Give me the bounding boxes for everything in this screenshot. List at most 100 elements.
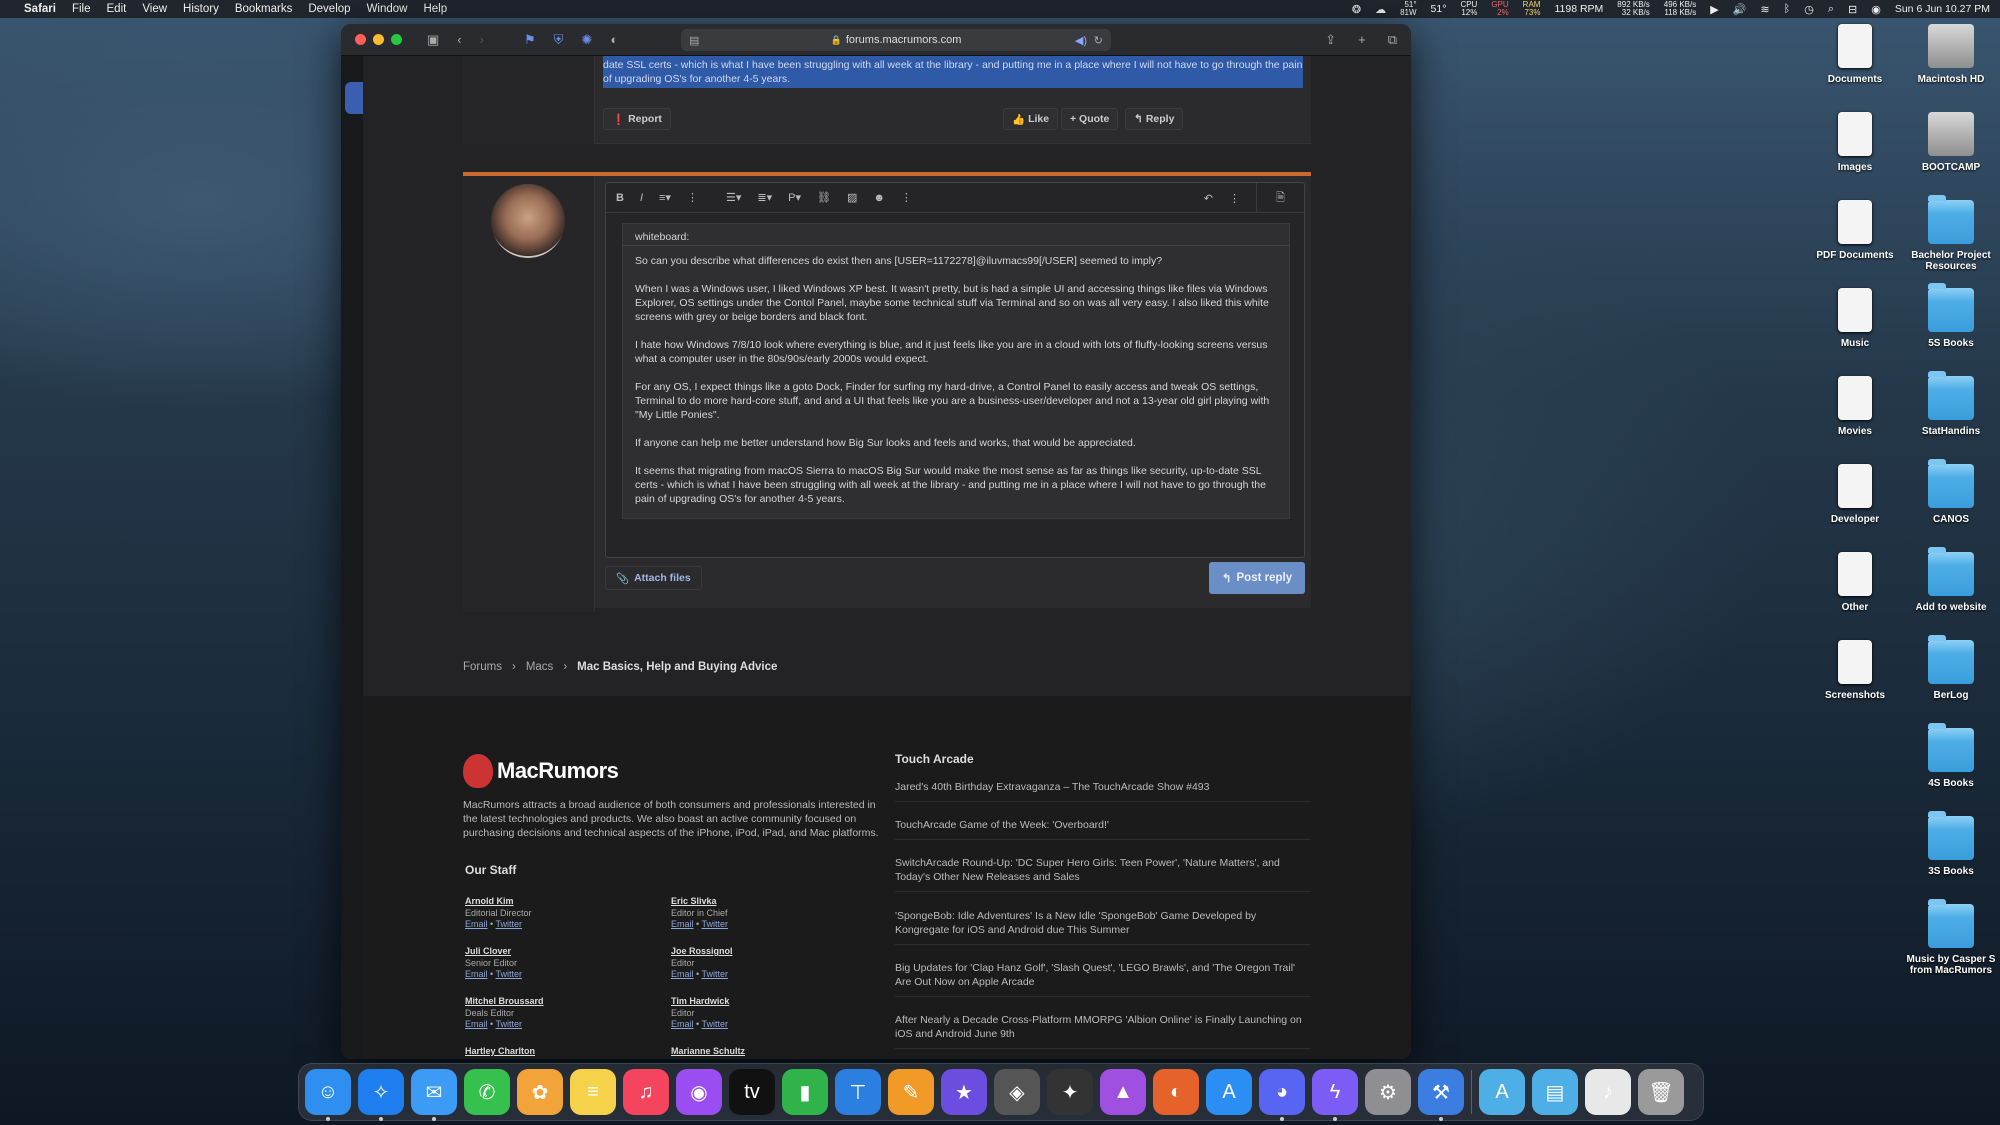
network-readout[interactable]: 892 KB/s 32 KB/s	[1617, 1, 1649, 17]
touch-arcade-link[interactable]: Jared's 40th Birthday Extravaganza – The…	[895, 780, 1311, 802]
report-button[interactable]: ❗ Report	[603, 108, 671, 130]
bluetooth-icon[interactable]: ᛒ	[1784, 3, 1791, 15]
mail-icon[interactable]: ✉	[411, 1069, 457, 1121]
staff-email-link[interactable]: Email	[465, 919, 488, 929]
documents-folder-icon[interactable]: ▤	[1532, 1069, 1578, 1115]
desktop-item[interactable]: Music	[1810, 288, 1900, 349]
spotlight-search-icon[interactable]: ⌕	[1828, 3, 1834, 16]
extension-2-icon[interactable]: ⛨	[554, 32, 564, 48]
staff-twitter-link[interactable]: Twitter	[496, 969, 523, 979]
insert-link-icon[interactable]: ⛓	[817, 191, 831, 204]
numbers-icon[interactable]: ▮	[782, 1069, 828, 1115]
volume-icon[interactable]: 🔊	[1733, 3, 1747, 16]
xcode-icon[interactable]: ⚒	[1418, 1069, 1464, 1121]
desktop-item[interactable]: 3S Books	[1906, 811, 1996, 877]
reply-textarea[interactable]: whiteboard: So can you describe what dif…	[622, 223, 1290, 519]
address-bar[interactable]: ▤ 🔒 forums.macrumors.com ◀) ↻	[681, 29, 1111, 51]
undo-icon[interactable]: ↶	[1204, 192, 1213, 205]
menu-view[interactable]: View	[142, 3, 167, 15]
align-icon[interactable]: ≣▾	[757, 191, 772, 204]
desktop-item[interactable]: BOOTCAMP	[1906, 112, 1996, 173]
staff-name[interactable]: Juli Clover	[465, 946, 522, 958]
compressor-icon[interactable]: ◈	[994, 1069, 1040, 1115]
staff-email-link[interactable]: Email	[465, 1019, 488, 1029]
attach-files-button[interactable]: 📎 Attach files	[605, 566, 702, 590]
desktop-item[interactable]: Bachelor Project Resources	[1906, 195, 1996, 272]
close-window-button[interactable]	[355, 34, 366, 45]
like-button[interactable]: 👍 Like	[1003, 108, 1059, 130]
desktop-item[interactable]: Developer	[1810, 464, 1900, 525]
desktop-item[interactable]: 5S Books	[1906, 283, 1996, 349]
more-insert-options-icon[interactable]: ⋮	[901, 191, 912, 204]
desktop-item[interactable]: Screenshots	[1810, 640, 1900, 701]
desktop-item[interactable]: Images	[1810, 112, 1900, 173]
ram-readout[interactable]: RAM 73%	[1523, 1, 1541, 17]
paragraph-format-icon[interactable]: P▾	[788, 191, 801, 204]
messages-icon[interactable]: ✆	[464, 1069, 510, 1115]
affinity-icon[interactable]: ▲	[1100, 1069, 1146, 1115]
app-store-icon[interactable]: A	[1206, 1069, 1252, 1115]
selected-post-text[interactable]: date SSL certs - which is what I have be…	[603, 56, 1303, 88]
menu-help[interactable]: Help	[423, 3, 447, 15]
notes-icon[interactable]: ≡	[570, 1069, 616, 1115]
desktop-item[interactable]: CANOS	[1906, 459, 1996, 525]
pages-icon[interactable]: ✎	[888, 1069, 934, 1115]
staff-email-link[interactable]: Email	[671, 919, 694, 929]
desktop-item[interactable]: Movies	[1810, 376, 1900, 437]
bold-icon[interactable]: B	[616, 192, 624, 204]
desktop-item[interactable]: Music by Casper S from MacRumors	[1906, 899, 1996, 976]
list-icon[interactable]: ☰▾	[726, 191, 741, 204]
applications-folder-icon[interactable]: A	[1479, 1069, 1525, 1115]
photos-icon[interactable]: ✿	[517, 1069, 563, 1115]
desktop-item[interactable]: Add to website	[1906, 547, 1996, 613]
finder-icon[interactable]: ☺	[305, 1069, 351, 1121]
share-icon[interactable]: ⇪	[1325, 32, 1336, 48]
time-machine-icon[interactable]: ◷	[1804, 3, 1814, 16]
siri-icon[interactable]: ◉	[1871, 3, 1881, 16]
breadcrumb-macs[interactable]: Macs	[526, 661, 553, 673]
control-center-icon[interactable]: ⊟	[1848, 3, 1857, 16]
zoom-window-button[interactable]	[391, 34, 402, 45]
desktop-item[interactable]: 4S Books	[1906, 723, 1996, 789]
quote-button[interactable]: + Quote	[1061, 108, 1119, 130]
tv-icon[interactable]: tv	[729, 1069, 775, 1115]
music-icon[interactable]: ♫	[623, 1069, 669, 1115]
more-text-options-icon[interactable]: ⋮	[687, 191, 698, 204]
touch-arcade-link[interactable]: After Nearly a Decade Cross-Platform MMO…	[895, 1013, 1311, 1049]
touch-arcade-link[interactable]: SwitchArcade Round-Up: 'DC Super Hero Gi…	[895, 856, 1311, 892]
podcasts-icon[interactable]: ◉	[676, 1069, 722, 1115]
imovie-icon[interactable]: ★	[941, 1069, 987, 1115]
firefox-icon[interactable]: ◐	[1153, 1069, 1199, 1115]
minimize-window-button[interactable]	[373, 34, 384, 45]
touch-arcade-link[interactable]: Big Updates for 'Clap Hanz Golf', 'Slash…	[895, 961, 1311, 997]
staff-email-link[interactable]: Email	[671, 969, 694, 979]
new-tab-icon[interactable]: +	[1358, 32, 1366, 48]
text-size-icon[interactable]: ≡▾	[659, 191, 671, 204]
gpu-readout[interactable]: GPU 2%	[1491, 1, 1508, 17]
weather-icon[interactable]: ☁	[1375, 3, 1386, 16]
staff-twitter-link[interactable]: Twitter	[702, 969, 729, 979]
desktop-item[interactable]: Other	[1810, 552, 1900, 613]
play-icon[interactable]: ▶	[1710, 3, 1718, 16]
staff-name[interactable]: Joe Rossignol	[671, 946, 733, 958]
staff-name[interactable]: Marianne Schultz	[671, 1046, 745, 1058]
reload-icon[interactable]: ↻	[1094, 34, 1103, 47]
messenger-icon[interactable]: ϟ	[1312, 1069, 1358, 1121]
forward-icon[interactable]: ›	[480, 32, 484, 47]
staff-name[interactable]: Eric Slivka	[671, 896, 728, 908]
creative-cloud-icon[interactable]: ❂	[1352, 3, 1361, 16]
clock[interactable]: Sun 6 Jun 10.27 PM	[1895, 3, 1990, 15]
staff-email-link[interactable]: Email	[671, 1019, 694, 1029]
temp-readout[interactable]: 51° 81W	[1400, 1, 1416, 17]
back-icon[interactable]: ‹	[457, 32, 461, 47]
menu-history[interactable]: History	[183, 3, 219, 15]
staff-twitter-link[interactable]: Twitter	[496, 919, 523, 929]
extension-1-icon[interactable]: ⚑	[524, 32, 536, 48]
staff-twitter-link[interactable]: Twitter	[702, 1019, 729, 1029]
pixelmator-icon[interactable]: ✦	[1047, 1069, 1093, 1115]
menu-develop[interactable]: Develop	[308, 3, 350, 15]
desktop-item[interactable]: BerLog	[1906, 635, 1996, 701]
staff-twitter-link[interactable]: Twitter	[702, 919, 729, 929]
tab-overview-icon[interactable]: ⧉	[1388, 32, 1397, 48]
system-preferences-icon[interactable]: ⚙	[1365, 1069, 1411, 1115]
